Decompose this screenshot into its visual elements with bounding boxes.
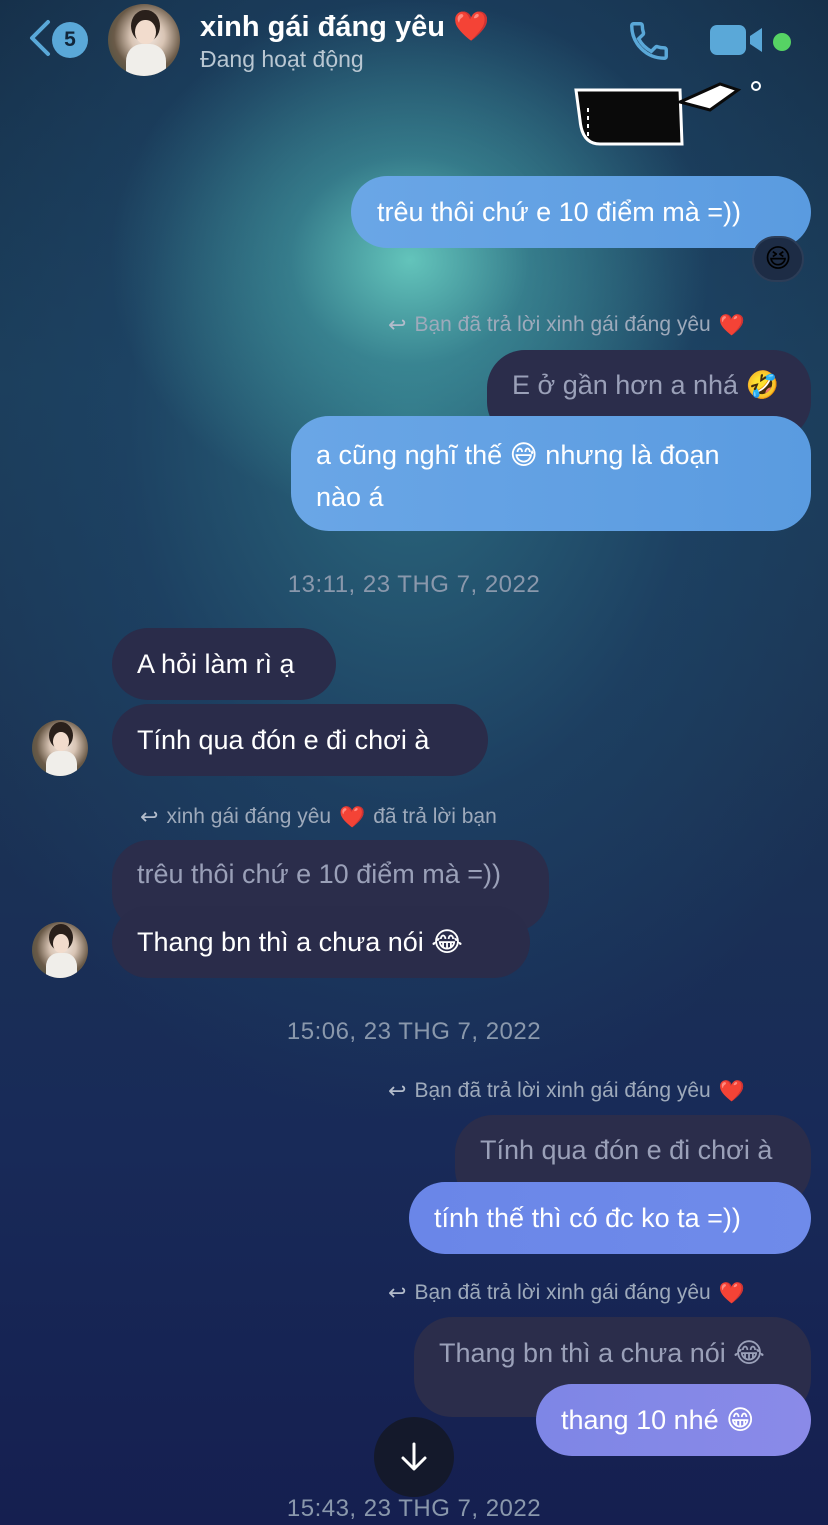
chat-screen: 5 xinh gái đáng yêu ❤️ Đang hoạt động tr… [0,0,828,1525]
reply-indicator-text: Bạn đã trả lời xinh gái đáng yêu [414,313,711,336]
scroll-to-bottom-button[interactable] [374,1417,454,1497]
message-text: trêu thôi chứ e 10 điểm mà =)) [377,197,741,227]
outgoing-message[interactable]: trêu thôi chứ e 10 điểm mà =)) [351,176,811,248]
reply-indicator-text: đã trả lời bạn [373,805,497,828]
quoted-text: Tính qua đón e đi chơi à [480,1135,773,1165]
reply-indicator: ↩ Bạn đã trả lời xinh gái đáng yêu ❤️ [388,312,745,338]
avatar-face [53,934,69,954]
outgoing-message[interactable]: a cũng nghĩ thế 😅 nhưng là đoạn nào á [291,416,811,531]
sticker-image[interactable] [570,80,770,150]
contact-avatar-small[interactable] [32,922,88,978]
online-status-dot [773,33,791,51]
heart-emoji: ❤️ [718,1280,745,1305]
contact-avatar-small[interactable] [32,720,88,776]
message-reaction[interactable]: 😆 [752,236,804,282]
incoming-message[interactable]: Tính qua đón e đi chơi à [112,704,488,776]
reply-arrow-icon: ↩ [388,1078,407,1103]
avatar-body [46,952,77,978]
avatar-face [135,19,156,45]
contact-name[interactable]: xinh gái đáng yêu ❤️ [200,9,489,44]
avatar-face [53,732,69,752]
incoming-message[interactable]: A hỏi làm rì ạ [112,628,336,700]
reply-indicator: ↩ Bạn đã trả lời xinh gái đáng yêu ❤️ [388,1078,745,1104]
message-text-line-1: a cũng nghĩ thế 😅 nhưng là đoạn [316,440,720,470]
message-text: tính thế thì có đc ko ta =)) [434,1203,741,1233]
timestamp-divider: 15:06, 23 THG 7, 2022 [286,1018,542,1045]
quoted-text: trêu thôi chứ e 10 điểm mà =)) [137,859,501,889]
reply-indicator: ↩ xinh gái đáng yêu ❤️ đã trả lời bạn [140,804,497,830]
heart-emoji: ❤️ [339,804,366,829]
quoted-text: E ở gần hơn a nhá 🤣 [512,370,780,400]
reply-arrow-icon: ↩ [140,804,159,829]
reply-indicator-sender: xinh gái đáng yêu [166,805,332,828]
reply-indicator: ↩ Bạn đã trả lời xinh gái đáng yêu ❤️ [388,1280,745,1306]
phone-icon[interactable] [626,18,672,64]
message-text: thang 10 nhé 😁 [561,1405,755,1435]
message-text: Thang bn thì a chưa nói 😂 [137,927,463,957]
contact-status: Đang hoạt động [200,46,364,72]
heart-emoji: ❤️ [453,9,490,43]
contact-name-text: xinh gái đáng yêu [200,11,445,43]
contact-avatar[interactable] [108,4,180,76]
reply-arrow-icon: ↩ [388,312,407,337]
video-camera-icon[interactable] [708,22,766,58]
chat-header: 5 xinh gái đáng yêu ❤️ Đang hoạt động [0,0,828,84]
heart-emoji: ❤️ [718,1078,745,1103]
arrow-down-icon [401,1442,427,1471]
outgoing-message[interactable]: thang 10 nhé 😁 [536,1384,811,1456]
message-text: A hỏi làm rì ạ [137,649,295,679]
reply-indicator-text: Bạn đã trả lời xinh gái đáng yêu [414,1281,711,1304]
reply-arrow-icon: ↩ [388,1280,407,1305]
avatar-body [126,43,166,76]
timestamp-divider: 15:43, 23 THG 7, 2022 [286,1495,542,1522]
message-text-line-2: nào á [316,482,384,512]
quoted-text: Thang bn thì a chưa nói 😂 [439,1338,765,1368]
avatar-body [46,750,77,776]
outgoing-message[interactable]: tính thế thì có đc ko ta =)) [409,1182,811,1254]
timestamp-divider: 13:11, 23 THG 7, 2022 [287,571,541,598]
message-text: Tính qua đón e đi chơi à [137,725,430,755]
unread-count-badge[interactable]: 5 [52,22,88,58]
incoming-message[interactable]: Thang bn thì a chưa nói 😂 [112,906,530,978]
heart-emoji: ❤️ [718,312,745,337]
reply-indicator-text: Bạn đã trả lời xinh gái đáng yêu [414,1079,711,1102]
